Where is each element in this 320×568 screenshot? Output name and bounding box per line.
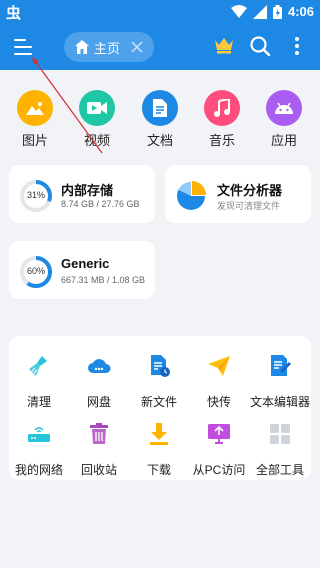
status-bar: 虫 4:06 — [0, 0, 320, 24]
document-icon — [142, 90, 178, 126]
storage-percent: 31% — [26, 190, 45, 200]
pc-access-icon — [208, 424, 230, 444]
internal-storage-card[interactable]: 31% 内部存储 8.74 GB / 27.76 GB — [9, 165, 155, 223]
tool-label: 快传 — [206, 395, 231, 409]
file-analyzer-card[interactable]: 文件分析器 发现可清理文件 — [165, 165, 311, 223]
recycle-bin-icon — [90, 423, 108, 444]
quick-access-label: 图片 — [21, 133, 48, 148]
storage-percent: 60% — [26, 266, 45, 276]
cloud-icon — [88, 359, 111, 373]
close-tab-icon[interactable] — [130, 40, 144, 54]
clock: 4:06 — [287, 4, 314, 19]
storage-size: 667.31 MB / 1.08 GB — [61, 275, 146, 285]
pie-chart-icon — [177, 181, 206, 210]
quick-access-videos[interactable]: 视频 — [67, 90, 127, 149]
home-icon — [75, 40, 89, 54]
quick-access-label: 应用 — [270, 133, 297, 148]
analyzer-subtitle: 发现可清理文件 — [217, 201, 281, 211]
broom-icon — [29, 356, 47, 376]
text-editor-icon — [271, 355, 291, 376]
download-icon — [150, 423, 168, 445]
battery-icon — [272, 4, 282, 19]
image-icon — [17, 90, 53, 126]
tool-quick-send[interactable]: 快传 — [189, 354, 249, 410]
tab-home[interactable]: 主页 — [64, 32, 154, 62]
tool-label: 全部工具 — [255, 463, 304, 477]
tool-label: 网盘 — [86, 395, 111, 409]
generic-storage-card[interactable]: 60% Generic 667.31 MB / 1.08 GB — [9, 241, 155, 299]
tab-home-label: 主页 — [94, 40, 121, 56]
tool-label: 我的网络 — [14, 463, 63, 477]
quick-access-label: 音乐 — [208, 133, 235, 148]
tool-label: 文本编辑器 — [249, 395, 310, 409]
tool-pc-access[interactable]: 从PC访问 — [189, 422, 249, 478]
tool-label: 新文件 — [140, 395, 177, 409]
wifi-icon — [230, 4, 247, 18]
tool-recycle-bin[interactable]: 回收站 — [69, 422, 129, 478]
tool-label: 回收站 — [80, 463, 117, 477]
tool-my-network[interactable]: 我的网络 — [9, 422, 69, 478]
tool-text-editor[interactable]: 文本编辑器 — [249, 354, 311, 410]
video-icon — [79, 90, 115, 126]
app-bar: 主页 — [0, 24, 320, 70]
storage-size: 8.74 GB / 27.76 GB — [61, 199, 140, 209]
more-options-icon[interactable] — [293, 36, 301, 56]
send-icon — [208, 356, 230, 376]
android-icon — [266, 90, 302, 126]
quick-access-images[interactable]: 图片 — [5, 90, 65, 149]
new-file-icon — [151, 355, 170, 377]
storage-title: Generic — [61, 256, 110, 271]
search-icon[interactable] — [249, 35, 271, 57]
menu-icon[interactable] — [14, 37, 36, 57]
quick-access-music[interactable]: 音乐 — [192, 90, 252, 149]
tool-download[interactable]: 下载 — [129, 422, 189, 478]
analyzer-title: 文件分析器 — [217, 183, 283, 198]
tool-cloud[interactable]: 网盘 — [69, 354, 129, 410]
quick-access-label: 视频 — [83, 133, 110, 148]
quick-access-documents[interactable]: 文档 — [130, 90, 190, 149]
storage-title: 内部存储 — [61, 183, 114, 198]
router-icon — [28, 427, 50, 442]
quick-access-apps[interactable]: 应用 — [254, 90, 314, 149]
tool-clean[interactable]: 清理 — [9, 354, 69, 410]
tool-all-tools[interactable]: 全部工具 — [249, 422, 311, 478]
all-tools-icon — [270, 424, 290, 444]
cellular-signal-icon — [252, 4, 267, 19]
tools-grid: 清理 网盘 新文件 快传 文本编辑器 我的网络 回收站 下载 从PC访问 全部工… — [9, 336, 311, 480]
quick-access-row: 图片 视频 文档 音乐 应用 — [0, 90, 320, 150]
tool-label: 从PC访问 — [192, 463, 246, 477]
tool-label: 下载 — [146, 463, 171, 477]
quick-access-label: 文档 — [146, 133, 173, 148]
premium-crown-icon[interactable] — [214, 36, 234, 54]
app-notification-icon: 虫 — [6, 5, 22, 22]
tool-label: 清理 — [26, 395, 51, 409]
music-icon — [204, 90, 240, 126]
tool-new-file[interactable]: 新文件 — [129, 354, 189, 410]
